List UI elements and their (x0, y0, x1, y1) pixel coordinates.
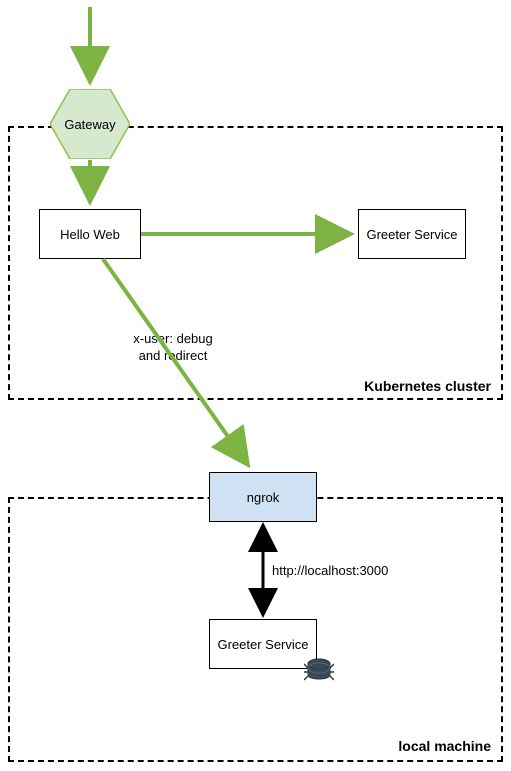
bug-icon (304, 654, 334, 684)
gateway-node: Gateway (50, 89, 130, 159)
debug-redirect-label: x-user: debug and redirect (118, 331, 228, 365)
diagram-canvas: Kubernetes cluster local machine Gateway… (0, 0, 511, 771)
ngrok-node: ngrok (209, 472, 317, 522)
local-machine-label: local machine (398, 738, 491, 754)
greeter-service-bottom-label: Greeter Service (217, 637, 308, 652)
greeter-service-top-label: Greeter Service (366, 227, 457, 242)
kubernetes-cluster-label: Kubernetes cluster (364, 378, 491, 394)
gateway-label: Gateway (64, 117, 115, 132)
greeter-service-top-node: Greeter Service (358, 209, 466, 259)
greeter-service-bottom-node: Greeter Service (209, 619, 317, 669)
localhost-label: http://localhost:3000 (272, 563, 422, 580)
ngrok-label: ngrok (247, 490, 280, 505)
hello-web-node: Hello Web (39, 209, 141, 259)
kubernetes-cluster-box (8, 126, 503, 400)
hello-web-label: Hello Web (60, 227, 120, 242)
